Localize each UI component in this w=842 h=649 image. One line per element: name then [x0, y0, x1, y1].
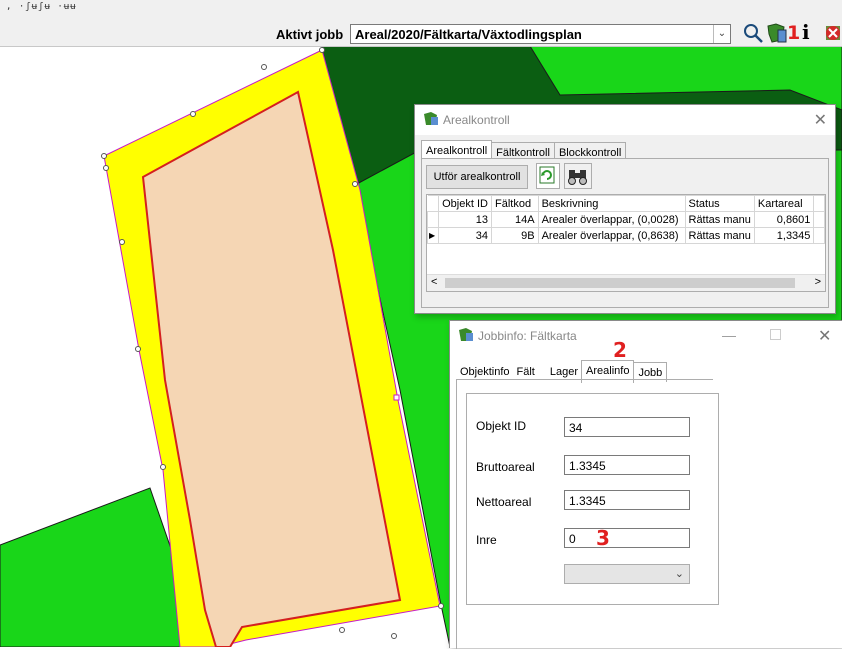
map-vertex [160, 464, 166, 470]
map-vertex [391, 633, 397, 639]
run-arealkontroll-button[interactable]: Utför arealkontroll [426, 165, 528, 189]
results-table: Objekt ID Fältkod Beskrivning Status Kar… [427, 195, 825, 244]
cell-faltkod[interactable]: 14A [490, 211, 539, 228]
refresh-icon [539, 166, 555, 184]
row-pointer-cell: ▶ [427, 227, 440, 244]
search-icon[interactable] [742, 22, 764, 44]
chevron-down-icon[interactable]: ⌄ [675, 567, 684, 580]
cell-beskrivning[interactable]: Arealer överlappar, (0,8638) [537, 227, 686, 244]
delete-icon[interactable] [822, 22, 842, 44]
inre-dropdown[interactable]: ⌄ [564, 564, 690, 584]
map-vertex [101, 153, 107, 159]
table-row[interactable]: ▶ 34 9B Arealer överlappar, (0,8638) Rät… [427, 227, 825, 244]
scrollbar-thumb[interactable] [445, 278, 795, 288]
map-vertex [135, 346, 141, 352]
active-job-label: Aktivt jobb [276, 27, 344, 42]
active-job-select[interactable]: Areal/2020/Fältkarta/Växtodlingsplan ⌄ [350, 24, 731, 44]
chevron-down-icon[interactable]: ⌄ [713, 25, 730, 43]
arealinfo-group: Objekt ID 34 Bruttoareal 1.3345 Nettoare… [466, 393, 719, 605]
arealkontroll-titlebar[interactable]: Arealkontroll ✕ [415, 105, 835, 135]
cell-kartareal[interactable]: 1,3345 [753, 227, 815, 244]
jobbinfo-window: Jobbinfo: Fältkarta — ✕ 2 Objektinfo Fäl… [449, 320, 842, 649]
cell-truncated[interactable] [813, 227, 825, 244]
maximize-icon[interactable] [770, 329, 781, 340]
map-vertex [103, 165, 109, 171]
arealkontroll-window: Arealkontroll ✕ Arealkontroll Fältkontro… [414, 104, 836, 314]
column-header[interactable]: Kartareal [753, 195, 815, 212]
cell-status[interactable]: Rättas manu [684, 227, 755, 244]
binoculars-icon [568, 170, 587, 185]
nettoareal-field[interactable]: 1.3345 [564, 490, 690, 510]
map-vertex [319, 47, 325, 53]
column-header[interactable]: Status [684, 195, 755, 212]
find-button[interactable] [564, 163, 592, 189]
objekt-id-field[interactable]: 34 [564, 417, 690, 437]
row-pointer-icon: ▶ [429, 231, 436, 240]
nettoareal-label: Nettoareal [476, 495, 532, 509]
arealkontroll-tab-panel: Utför arealkontroll Objekt ID Fältkod Be… [421, 158, 829, 308]
map-layers-icon[interactable] [766, 22, 788, 44]
active-job-value: Areal/2020/Fältkarta/Växtodlingsplan [355, 27, 582, 42]
cell-status[interactable]: Rättas manu [684, 211, 755, 228]
arealkontroll-title: Arealkontroll [443, 113, 510, 127]
step-marker-1: 1 [787, 22, 801, 44]
map-vertex [261, 64, 267, 70]
table-row[interactable]: 13 14A Arealer överlappar, (0,0028) Rätt… [427, 211, 825, 228]
cell-beskrivning[interactable]: Arealer överlappar, (0,0028) [537, 211, 686, 228]
info-icon[interactable]: i [802, 20, 810, 44]
inre-field[interactable]: 0 [564, 528, 690, 548]
jobbinfo-tab-panel: Objekt ID 34 Bruttoareal 1.3345 Nettoare… [456, 379, 719, 649]
jobbinfo-title: Jobbinfo: Fältkarta [478, 329, 577, 343]
map-vertex [119, 239, 125, 245]
inre-label: Inre [476, 533, 497, 547]
scroll-left-button[interactable]: < [431, 276, 437, 288]
column-header[interactable]: Fältkod [490, 195, 539, 212]
column-header[interactable]: Beskrivning [537, 195, 686, 212]
row-header-cell [427, 211, 440, 228]
column-header-truncated[interactable] [813, 195, 825, 212]
cell-kartareal[interactable]: 0,8601 [753, 211, 815, 228]
step-marker-2: 2 [613, 338, 627, 362]
minimize-icon[interactable]: — [722, 327, 736, 343]
horizontal-scrollbar[interactable]: < > [427, 274, 825, 291]
bruttoareal-label: Bruttoareal [476, 460, 535, 474]
column-header[interactable]: Objekt ID [438, 195, 492, 212]
close-icon[interactable]: ✕ [818, 326, 831, 345]
map-vertex [352, 181, 358, 187]
map-vertex [190, 111, 196, 117]
bruttoareal-field[interactable]: 1.3345 [564, 455, 690, 475]
map-vertex [339, 627, 345, 633]
cell-faltkod[interactable]: 9B [490, 227, 539, 244]
step-marker-3: 3 [596, 526, 610, 550]
map-vertex [438, 603, 444, 609]
truncated-toolbar-text: , ·ʃʉʃʉ ·ʉʉ [6, 2, 77, 12]
results-grid[interactable]: Objekt ID Fältkod Beskrivning Status Kar… [426, 194, 826, 292]
close-icon[interactable]: ✕ [814, 110, 827, 129]
scroll-right-button[interactable]: > [815, 276, 821, 288]
row-header-cell [427, 195, 440, 212]
app-icon [424, 112, 438, 125]
cell-truncated[interactable] [813, 211, 825, 228]
table-header-row: Objekt ID Fältkod Beskrivning Status Kar… [427, 195, 825, 212]
app-icon [459, 328, 473, 341]
objekt-id-label: Objekt ID [476, 419, 527, 433]
cell-objekt-id[interactable]: 13 [438, 211, 492, 228]
map-selected-vertex [393, 394, 400, 401]
top-toolbar: , ·ʃʉʃʉ ·ʉʉ Aktivt jobb Areal/2020/Fältk… [0, 0, 842, 47]
cell-objekt-id[interactable]: 34 [438, 227, 492, 244]
refresh-button[interactable] [536, 163, 560, 189]
jobbinfo-titlebar[interactable]: Jobbinfo: Fältkarta — ✕ [450, 321, 842, 351]
